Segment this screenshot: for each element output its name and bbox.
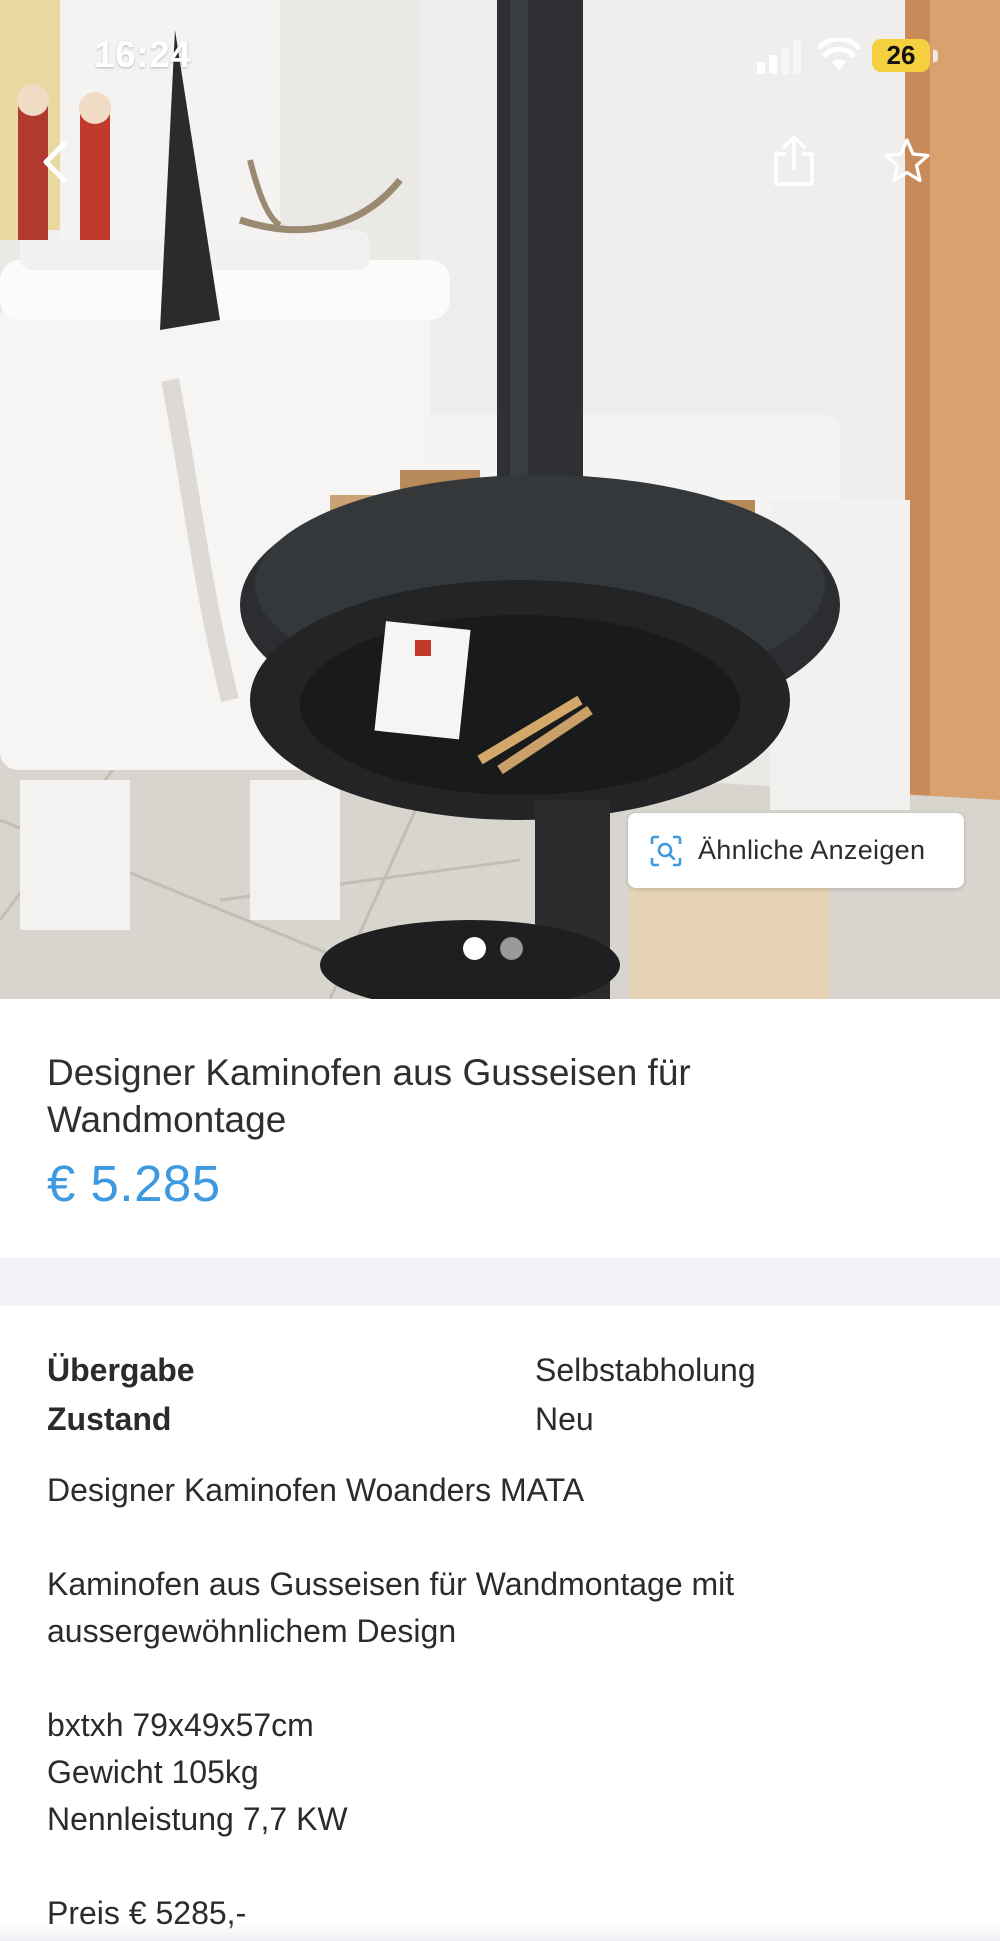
- listing-price: € 5.285: [47, 1155, 221, 1212]
- battery-tip: [933, 50, 938, 62]
- share-icon: [774, 135, 814, 186]
- share-button[interactable]: [768, 132, 820, 190]
- battery-icon: 26: [872, 39, 930, 72]
- similar-ads-label: Ähnliche Anzeigen: [698, 835, 926, 865]
- status-bar: 16:24 26: [0, 0, 1000, 110]
- attribute-value: Neu: [535, 1401, 594, 1437]
- attribute-row-handover: Übergabe Selbstabholung: [47, 1352, 947, 1400]
- attribute-label: Zustand: [47, 1401, 172, 1437]
- visual-search-icon: [650, 835, 682, 866]
- listing-title: Designer Kaminofen aus Gusseisen für Wan…: [47, 1052, 691, 1140]
- bottom-fade: [0, 1923, 1000, 1941]
- back-chevron-icon: [43, 141, 67, 183]
- description-line: aussergewöhnlichem Design: [47, 1613, 457, 1649]
- signal-icon: [757, 40, 801, 74]
- description-line: Kaminofen aus Gusseisen für Wandmontage …: [47, 1566, 735, 1602]
- back-button[interactable]: [30, 132, 80, 192]
- section-divider: [0, 1258, 1000, 1306]
- attribute-value: Selbstabholung: [535, 1352, 756, 1388]
- description-line: bxtxh 79x49x57cm: [47, 1707, 314, 1743]
- description-line: Gewicht 105kg: [47, 1754, 259, 1790]
- star-icon: [884, 138, 930, 183]
- listing-description: Designer Kaminofen Woanders MATA Kaminof…: [47, 1467, 947, 1937]
- pager-dot-active[interactable]: [463, 937, 486, 960]
- status-time: 16:24: [94, 34, 192, 75]
- favorite-button[interactable]: [882, 136, 932, 186]
- listing-photo-carousel[interactable]: 16:24 26 Ähnliche Anzeigen: [0, 0, 1000, 999]
- listing-header: Designer Kaminofen aus Gusseisen für Wan…: [0, 999, 1000, 1258]
- wifi-icon: [818, 38, 860, 70]
- photo-pager: [463, 937, 523, 960]
- attribute-row-condition: Zustand Neu: [47, 1401, 947, 1449]
- pager-dot[interactable]: [500, 937, 523, 960]
- description-line: Designer Kaminofen Woanders MATA: [47, 1472, 585, 1508]
- description-line: Nennleistung 7,7 KW: [47, 1801, 348, 1837]
- attribute-label: Übergabe: [47, 1352, 195, 1388]
- similar-ads-button[interactable]: Ähnliche Anzeigen: [628, 813, 964, 888]
